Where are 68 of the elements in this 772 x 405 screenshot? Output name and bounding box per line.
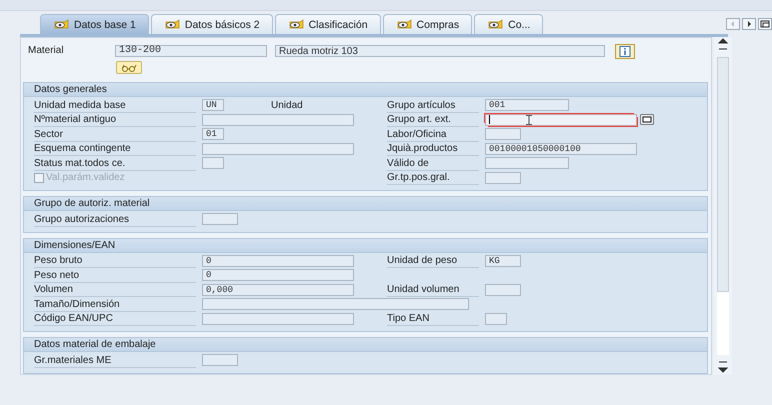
input-field[interactable]: 001 bbox=[485, 99, 569, 112]
input-field[interactable] bbox=[202, 114, 354, 126]
eye-icon bbox=[53, 19, 69, 30]
input-field[interactable] bbox=[202, 157, 224, 170]
field-label: Labor/Oficina bbox=[387, 128, 479, 142]
field-label: Peso neto bbox=[34, 268, 196, 282]
field-label: Material bbox=[28, 44, 65, 58]
field-label: Válido de bbox=[387, 156, 479, 170]
tab[interactable]: Clasificación bbox=[274, 14, 381, 34]
info-icon[interactable] bbox=[615, 44, 635, 58]
field-label: Esquema contingente bbox=[34, 142, 196, 156]
field-label: Grupo artículos bbox=[387, 98, 479, 112]
field-label: Nºmaterial antiguo bbox=[34, 113, 196, 127]
field-label: Gr.tp.pos.gral. bbox=[387, 171, 479, 185]
field-label: Grupo autorizaciones bbox=[34, 212, 196, 226]
field-label: Peso bruto bbox=[34, 254, 196, 268]
field-label: Unidad de peso bbox=[387, 254, 479, 268]
input-field[interactable] bbox=[485, 114, 637, 126]
display-button[interactable] bbox=[116, 61, 142, 74]
tab[interactable]: Datos básicos 2 bbox=[150, 14, 273, 34]
input-field[interactable] bbox=[202, 354, 238, 366]
input-field[interactable] bbox=[485, 172, 521, 184]
group-title: Datos generales bbox=[24, 83, 707, 97]
eye-icon bbox=[487, 19, 504, 30]
tab[interactable]: Compras bbox=[382, 14, 472, 34]
field-label: Unidad medida base bbox=[34, 98, 196, 112]
input-field[interactable]: 0 bbox=[202, 269, 354, 282]
tab[interactable]: Co... bbox=[474, 14, 544, 34]
input-field[interactable]: 00100001050000100 bbox=[485, 142, 637, 155]
field-label: Status mat.todos ce. bbox=[34, 156, 196, 170]
text-cursor-icon bbox=[526, 114, 532, 125]
field-label: Unidad volumen bbox=[387, 283, 479, 297]
input-field[interactable]: 0 bbox=[202, 254, 354, 267]
field-label: Jquià.productos bbox=[387, 142, 479, 156]
group-title: Datos material de embalaje bbox=[24, 338, 707, 352]
material-field[interactable]: 130-200 bbox=[115, 45, 267, 57]
value-help-icon[interactable] bbox=[640, 114, 654, 126]
field-label: Tipo EAN bbox=[387, 312, 479, 326]
input-field[interactable]: 0,000 bbox=[202, 284, 354, 296]
field-label: Código EAN/UPC bbox=[34, 312, 196, 326]
input-field[interactable] bbox=[485, 312, 507, 325]
scroll-right-icon[interactable] bbox=[742, 18, 756, 30]
tab-list-icon[interactable] bbox=[758, 18, 772, 30]
input-field[interactable] bbox=[485, 128, 521, 140]
input-field[interactable] bbox=[202, 298, 469, 310]
tab[interactable]: Datos base 1 bbox=[40, 14, 149, 34]
scrollbar-thumb[interactable] bbox=[717, 57, 729, 292]
field-label: Sector bbox=[34, 128, 196, 142]
input-field[interactable]: UN bbox=[202, 99, 224, 112]
description-field[interactable]: Rueda motriz 103 bbox=[275, 45, 605, 57]
eye-icon bbox=[396, 19, 412, 30]
input-field[interactable] bbox=[202, 312, 354, 325]
eye-icon bbox=[164, 19, 180, 30]
field-label: Tamaño/Dimensión bbox=[34, 298, 196, 312]
input-field[interactable] bbox=[202, 142, 354, 155]
field-label: Gr.materiales ME bbox=[34, 354, 196, 368]
field-label: Volumen bbox=[34, 283, 196, 297]
input-field[interactable] bbox=[485, 157, 569, 170]
input-field[interactable]: KG bbox=[485, 254, 521, 267]
input-field[interactable] bbox=[202, 213, 238, 226]
eye-icon bbox=[288, 19, 304, 30]
glasses-icon bbox=[121, 64, 137, 72]
group-title: Grupo de autoriz. material bbox=[24, 197, 707, 211]
unit-text: Unidad bbox=[271, 100, 303, 111]
field-label: Grupo art. ext. bbox=[387, 113, 479, 127]
input-field[interactable]: 01 bbox=[202, 128, 224, 140]
input-field[interactable] bbox=[485, 284, 521, 296]
group-title: Dimensiones/EAN bbox=[24, 238, 707, 252]
